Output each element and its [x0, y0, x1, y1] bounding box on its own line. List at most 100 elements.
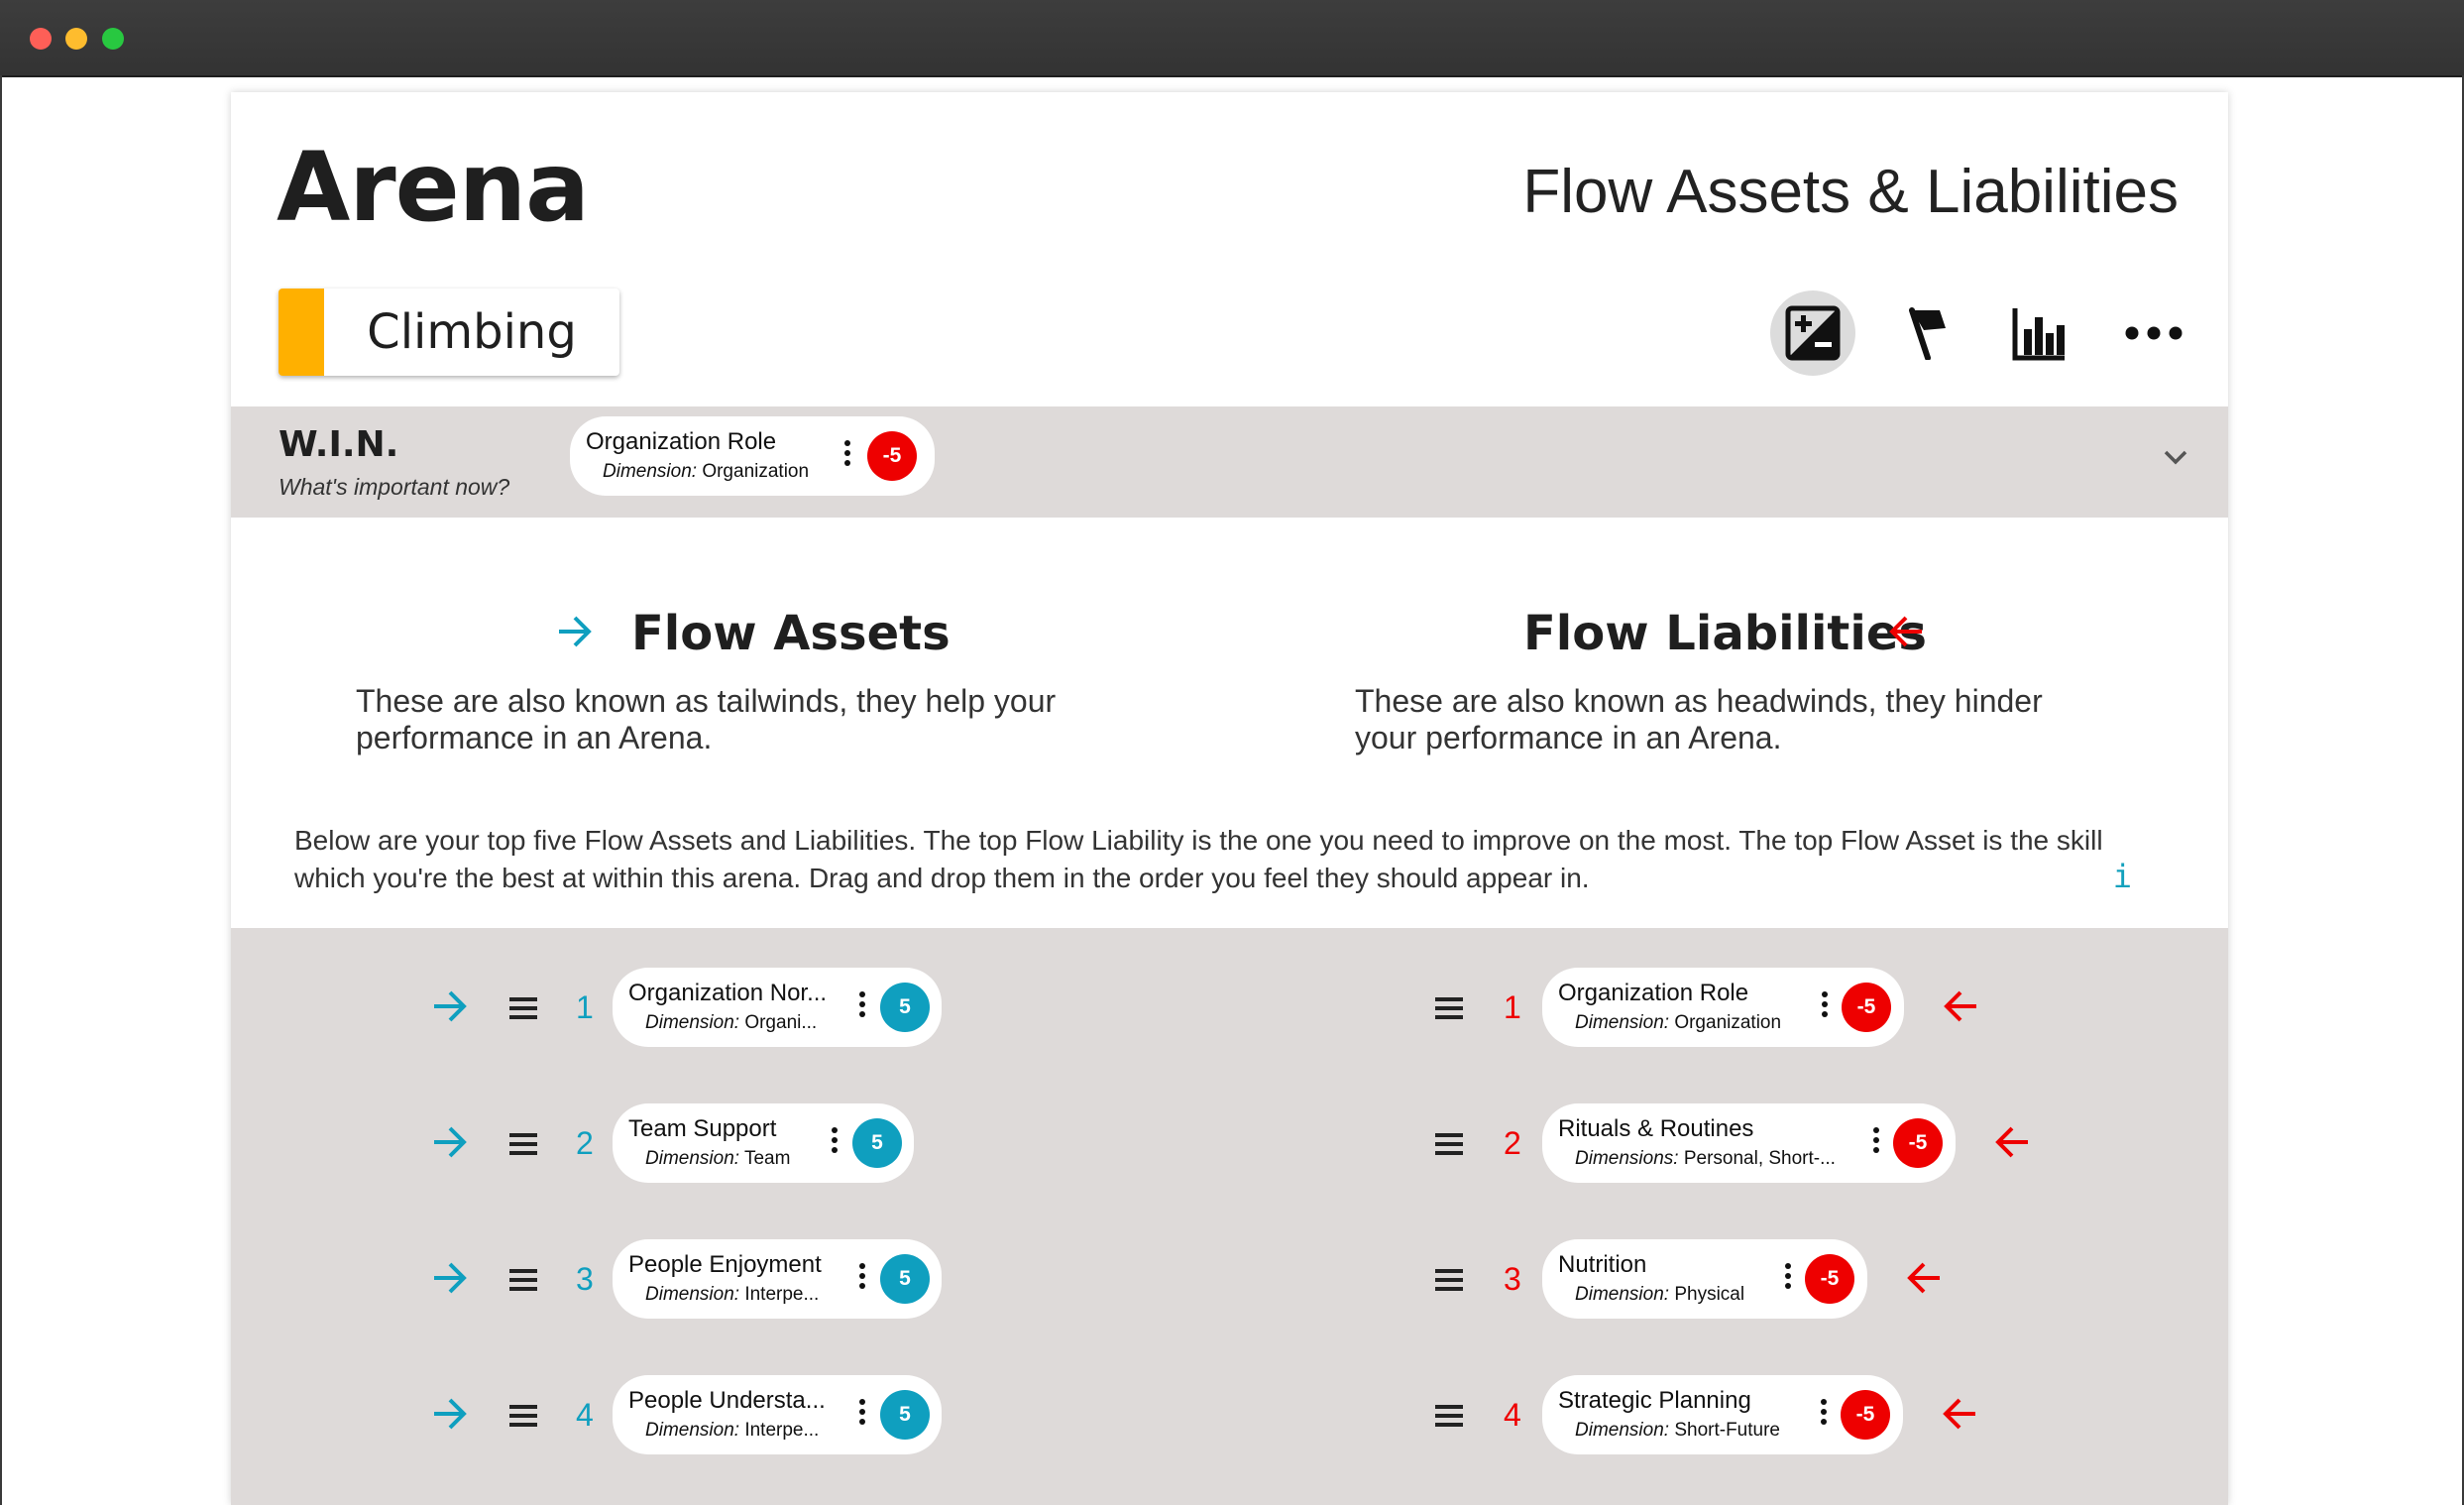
rank-number: 4 — [1504, 1397, 1521, 1433]
chip-name: Organization Nor... — [628, 980, 828, 1006]
rank-number: 1 — [576, 989, 594, 1025]
drag-handle-icon[interactable] — [1435, 997, 1463, 1024]
page-title: Flow Assets & Liabilities — [1522, 158, 2179, 226]
kebab-icon[interactable] — [857, 1263, 867, 1297]
status-label: Climbing — [367, 304, 577, 360]
rank-number: 3 — [576, 1261, 594, 1297]
chip-dimension: Dimension: Organization — [1575, 1012, 1782, 1033]
kebab-icon[interactable] — [842, 440, 852, 474]
rank-number: 1 — [1504, 989, 1521, 1025]
arrow-left-icon — [1889, 616, 1922, 647]
score-badge: -5 — [1805, 1254, 1854, 1304]
chip-name: Team Support — [628, 1115, 777, 1142]
arrow-right-icon — [434, 1126, 467, 1158]
chip-dimension: Dimension: Interpe... — [645, 1420, 820, 1441]
chip-name: People Enjoyment — [628, 1251, 822, 1278]
flag-icon — [1909, 307, 1946, 360]
arena-title: Arena — [277, 132, 590, 243]
chip-dimension: Dimensions: Personal, Short-... — [1575, 1148, 1836, 1169]
liability-chip[interactable]: Strategic Planning Dimension: Short-Futu… — [1542, 1375, 1903, 1454]
asset-chip[interactable]: People Understa... Dimension: Interpe...… — [613, 1375, 942, 1454]
liability-chip[interactable]: Organization Role Dimension: Organizatio… — [1542, 968, 1904, 1047]
chip-name: Organization Role — [1558, 980, 1749, 1006]
chip-name: Nutrition — [1558, 1251, 1647, 1278]
arena-card: Arena Flow Assets & Liabilities Climbing — [231, 92, 2228, 1505]
ranking-area: 1 Organization Nor... Dimension: Organi.… — [231, 928, 2228, 1505]
asset-chip[interactable]: Team Support Dimension: Team 5 — [613, 1103, 914, 1183]
asset-chip[interactable]: People Enjoyment Dimension: Interpe... 5 — [613, 1239, 942, 1319]
win-item-chip[interactable]: Organization Role Dimension: Organizatio… — [570, 416, 935, 496]
score-badge: 5 — [880, 1254, 930, 1304]
kebab-icon[interactable] — [1783, 1263, 1793, 1297]
drag-handle-icon[interactable] — [1435, 1269, 1463, 1296]
kebab-icon[interactable] — [830, 1127, 840, 1161]
window-border-left — [0, 75, 2, 1505]
arrow-right-icon — [434, 1262, 467, 1294]
status-badge[interactable]: Climbing — [279, 289, 619, 376]
arrow-left-icon — [1944, 990, 1976, 1022]
plus-minus-icon — [1785, 305, 1841, 361]
chip-name: Rituals & Routines — [1558, 1115, 1754, 1142]
flow-liabilities-title: Flow Liabilities — [1523, 606, 1927, 661]
flag-button[interactable] — [1885, 290, 1970, 376]
chip-dimension: Dimension: Short-Future — [1575, 1420, 1780, 1441]
kebab-icon[interactable] — [1820, 991, 1830, 1025]
chart-button[interactable] — [1997, 290, 2082, 376]
chip-dimension: Dimension: Team — [645, 1148, 791, 1169]
drag-handle-icon[interactable] — [1435, 1405, 1463, 1432]
liability-chip[interactable]: Nutrition Dimension: Physical -5 — [1542, 1239, 1867, 1319]
minimize-window-button[interactable] — [65, 28, 87, 50]
window-titlebar — [0, 0, 2464, 77]
arrow-left-icon — [1943, 1398, 1975, 1430]
chip-dimension: Dimension: Organization — [603, 461, 810, 482]
close-window-button[interactable] — [30, 28, 52, 50]
chip-dimension: Dimension: Interpe... — [645, 1284, 820, 1305]
drag-handle-icon[interactable] — [509, 997, 537, 1024]
rank-number: 4 — [576, 1397, 594, 1433]
drag-handle-icon[interactable] — [509, 1133, 537, 1160]
more-button[interactable] — [2111, 290, 2196, 376]
rank-number: 3 — [1504, 1261, 1521, 1297]
arrow-left-icon — [1907, 1262, 1940, 1294]
score-badge: -5 — [867, 431, 917, 481]
chip-dimension: Dimension: Physical — [1575, 1284, 1745, 1305]
kebab-icon[interactable] — [857, 1399, 867, 1433]
arrow-left-icon — [1995, 1126, 2028, 1158]
drag-handle-icon[interactable] — [1435, 1133, 1463, 1160]
drag-handle-icon[interactable] — [509, 1405, 537, 1432]
chip-name: Strategic Planning — [1558, 1387, 1751, 1414]
asset-chip[interactable]: Organization Nor... Dimension: Organi...… — [613, 968, 942, 1047]
flow-assets-title: Flow Assets — [631, 606, 951, 661]
arrow-right-icon — [559, 616, 592, 647]
rank-number: 2 — [1504, 1125, 1521, 1161]
maximize-window-button[interactable] — [102, 28, 124, 50]
kebab-icon[interactable] — [1871, 1127, 1881, 1161]
drag-handle-icon[interactable] — [509, 1269, 537, 1296]
score-badge: 5 — [880, 983, 930, 1032]
chip-dimension: Dimension: Organi... — [645, 1012, 818, 1033]
flow-liabilities-description: These are also known as headwinds, they … — [1355, 683, 2043, 755]
arrow-right-icon — [434, 990, 467, 1022]
intro-text: Below are your top five Flow Assets and … — [294, 825, 2103, 893]
chip-name: People Understa... — [628, 1387, 826, 1414]
rank-number: 2 — [576, 1125, 594, 1161]
info-icon[interactable]: i — [2113, 858, 2132, 895]
score-badge: -5 — [1842, 983, 1891, 1032]
more-icon — [2125, 326, 2183, 340]
bar-chart-icon — [2012, 308, 2065, 361]
plus-minus-button[interactable] — [1770, 290, 1855, 376]
score-badge: 5 — [852, 1118, 902, 1168]
liability-chip[interactable]: Rituals & Routines Dimensions: Personal,… — [1542, 1103, 1956, 1183]
flow-assets-description: These are also known as tailwinds, they … — [356, 683, 1057, 755]
chip-name: Organization Role — [586, 428, 777, 455]
win-band: W.I.N. What's important now? Organizatio… — [231, 406, 2228, 518]
kebab-icon[interactable] — [857, 991, 867, 1025]
score-badge: -5 — [1893, 1118, 1943, 1168]
win-title: W.I.N. — [279, 424, 399, 465]
win-subtitle: What's important now? — [279, 474, 510, 500]
chevron-down-icon[interactable] — [2163, 448, 2188, 466]
score-badge: -5 — [1841, 1390, 1890, 1440]
score-badge: 5 — [880, 1390, 930, 1440]
status-color-bar — [279, 289, 324, 376]
kebab-icon[interactable] — [1819, 1399, 1829, 1433]
